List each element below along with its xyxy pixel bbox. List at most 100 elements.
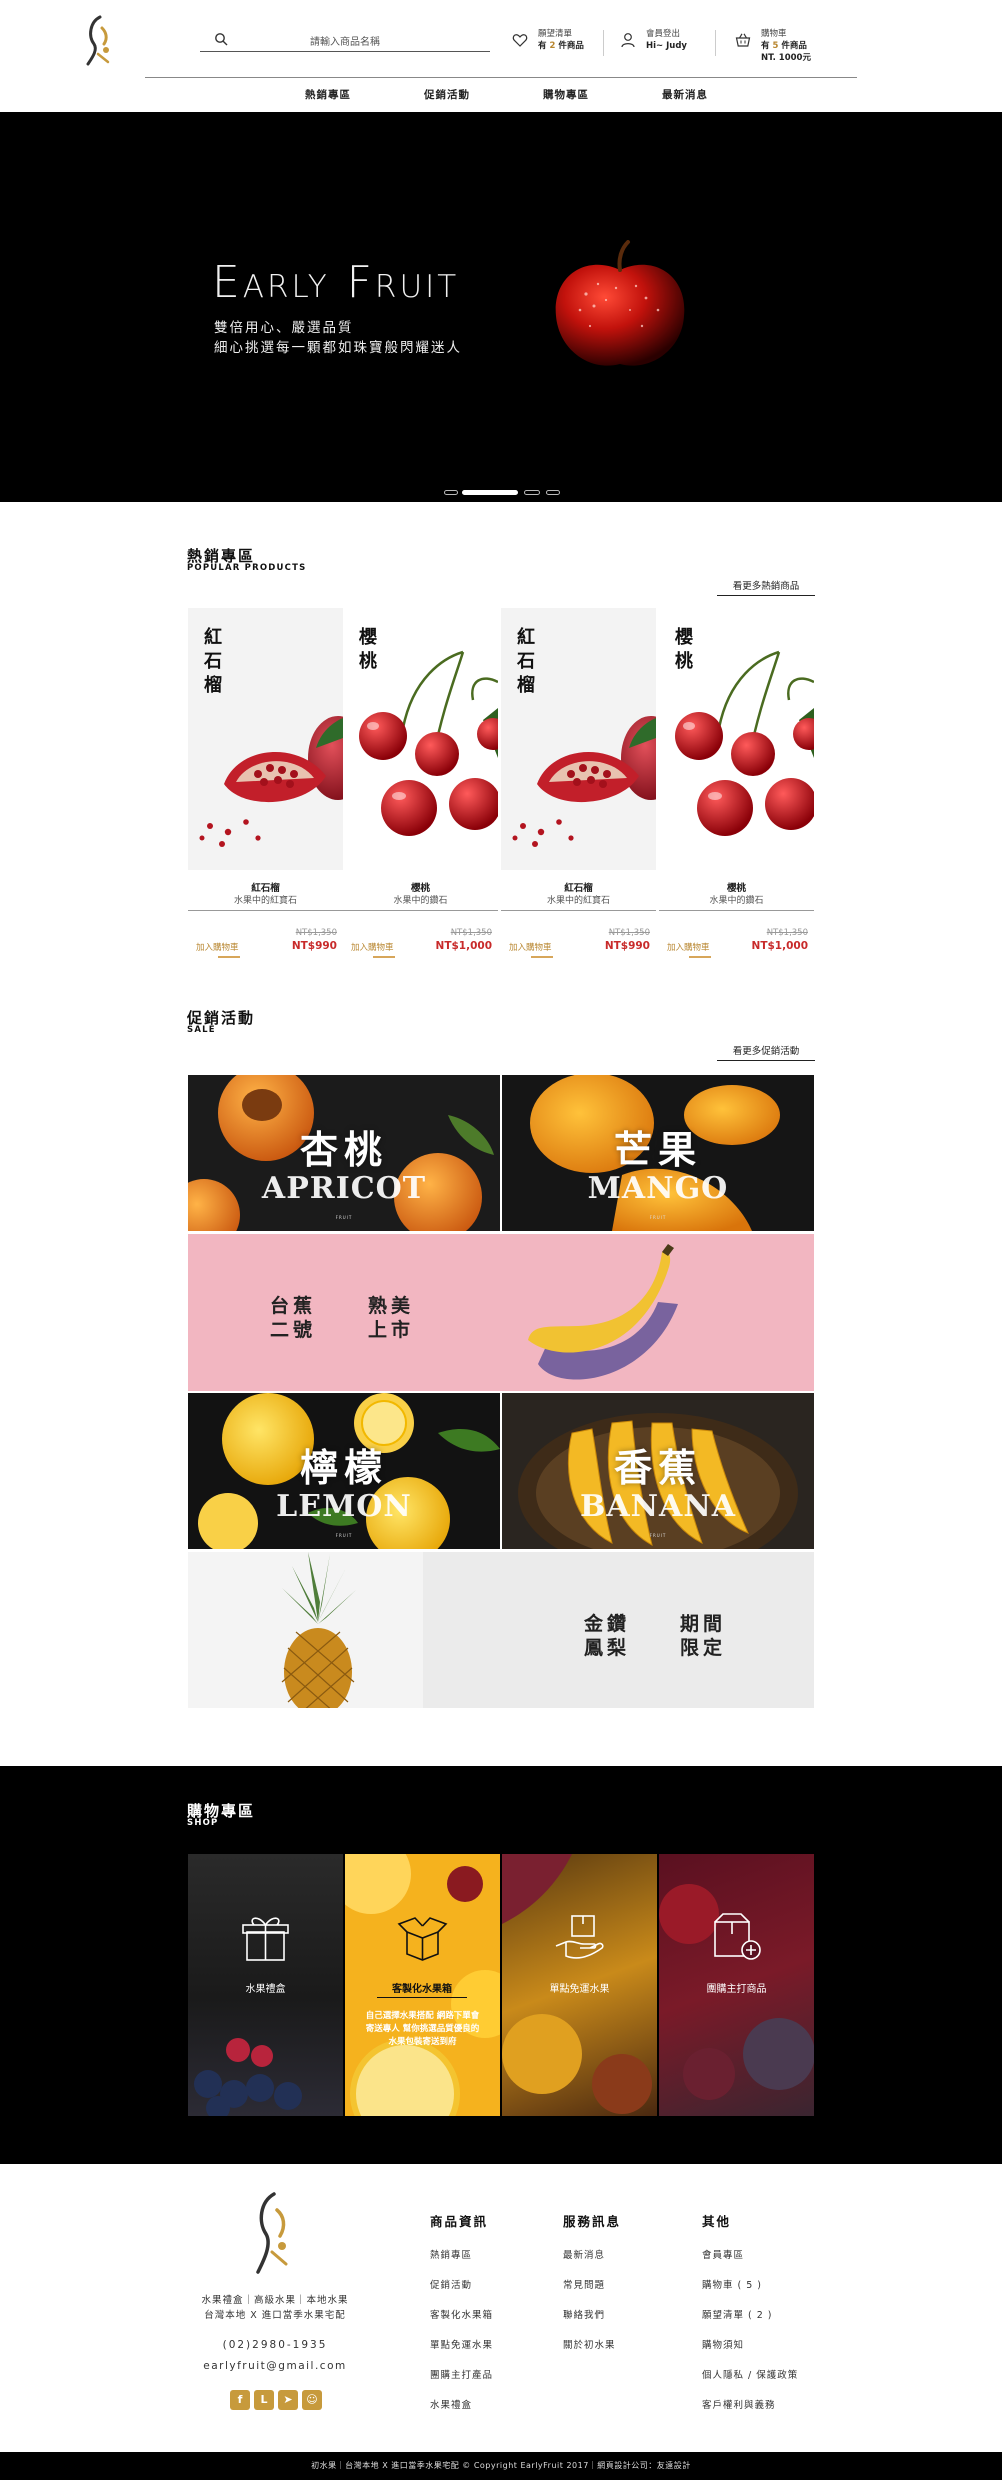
wishlist-prefix: 有: [538, 41, 547, 51]
product-desc: 水果中的鑽石: [393, 896, 448, 906]
telegram-icon[interactable]: ➤: [278, 2390, 298, 2410]
nav-shop[interactable]: 購物專區: [543, 87, 589, 102]
add-to-cart-button[interactable]: 加入購物車: [667, 941, 710, 953]
pineapple-promo-line: 期間: [680, 1613, 727, 1635]
footer-link[interactable]: 關於初水果: [563, 2337, 616, 2351]
banana-promo-line: 台蕉: [270, 1295, 317, 1317]
footer-link[interactable]: 常見問題: [563, 2277, 605, 2291]
pineapple-promo-line: 鳳梨: [584, 1637, 631, 1659]
add-to-cart-button[interactable]: 加入購物車: [509, 941, 552, 953]
wishlist-link[interactable]: 願望清單 有 2 件商品: [512, 28, 584, 62]
shopping-basket-icon: [735, 33, 751, 47]
footer-link[interactable]: 促銷活動: [430, 2277, 472, 2291]
card-divider: [343, 910, 498, 911]
hero-title: Early Fruit: [212, 257, 460, 308]
footer-link[interactable]: 客製化水果箱: [430, 2307, 493, 2321]
lemon-sale-tile[interactable]: 檸檬 LEMON FRUIT: [188, 1393, 500, 1549]
banana-promo-text-2: 熟美 上市: [368, 1294, 414, 1342]
wechat-icon[interactable]: ☺: [302, 2390, 322, 2410]
footer-link[interactable]: 願望清單 ( 2 ): [702, 2307, 773, 2321]
nav-sale[interactable]: 促銷活動: [424, 87, 470, 102]
banana-title-cn: 香蕉: [613, 1445, 702, 1490]
footer-col-title: 其他: [702, 2214, 732, 2229]
banana-sale-tile[interactable]: 香蕉 BANANA FRUIT: [502, 1393, 814, 1549]
member-link[interactable]: 會員登出 Hi~ Judy: [620, 28, 687, 62]
open-box-icon: [397, 1917, 448, 1961]
product-card[interactable]: 櫻桃 櫻桃 水果中的鑽石 加入購物車 NT$1,350 NT$1,000: [343, 608, 498, 958]
carousel-dot[interactable]: [524, 490, 540, 495]
cart-underline: [218, 956, 240, 958]
footer-link[interactable]: 團購主打產品: [430, 2367, 493, 2381]
banana-promo-text-1: 台蕉 二號: [270, 1294, 316, 1342]
banana-image: [528, 1244, 678, 1380]
footer-link[interactable]: 個人隱私 / 保護政策: [702, 2367, 798, 2381]
hero-banner[interactable]: Early Fruit 雙倍用心、嚴選品質 細心挑選每一顆都如珠寶般閃耀迷人: [0, 112, 1002, 502]
more-popular-link[interactable]: 看更多熱銷商品: [717, 578, 815, 596]
footer-link[interactable]: 購物須知: [702, 2337, 744, 2351]
product-name[interactable]: 櫻桃: [659, 880, 814, 894]
sale-subtitle: SALE: [187, 1025, 216, 1035]
product-desc: 水果中的鑽石: [709, 896, 764, 906]
footer-phone[interactable]: (02)2980-1935: [170, 2338, 380, 2353]
add-to-cart-button[interactable]: 加入購物車: [351, 941, 394, 953]
shop-tile-label: 團購主打商品: [706, 1984, 767, 1995]
header-divider-line: [145, 77, 857, 78]
shop-tile-free-shipping[interactable]: 單點免運水果: [502, 1854, 657, 2116]
banana-promo-line: 二號: [270, 1319, 317, 1341]
shop-subtitle: SHOP: [187, 1818, 219, 1828]
product-name[interactable]: 紅石榴: [188, 880, 343, 894]
footer-link[interactable]: 會員專區: [702, 2247, 744, 2261]
shop-tile-custom-box[interactable]: 客製化水果箱 自己選擇水果搭配 網路下單會寄送專人 幫你挑選品質優良的 水果包裝…: [345, 1854, 500, 2116]
mango-tag: FRUIT: [649, 1215, 667, 1220]
product-name[interactable]: 櫻桃: [343, 880, 498, 894]
product-old-price: NT$1,350: [450, 928, 492, 938]
carousel-dot[interactable]: [444, 490, 458, 495]
banana-promo-banner[interactable]: 台蕉 二號 熟美 上市: [188, 1234, 814, 1391]
product-name[interactable]: 紅石榴: [501, 880, 656, 894]
carousel-dot-active[interactable]: [462, 490, 518, 495]
search-input[interactable]: 請輸入商品名稱: [200, 33, 490, 48]
pineapple-promo-banner[interactable]: 金鑽 鳳梨 期間 限定: [188, 1552, 814, 1708]
shop-tile-group-buy[interactable]: 團購主打商品: [659, 1854, 814, 2116]
search-bar[interactable]: 請輸入商品名稱: [200, 30, 490, 52]
footer-link[interactable]: 單點免運水果: [430, 2337, 493, 2351]
nav-popular[interactable]: 熱銷專區: [305, 87, 351, 102]
wishlist-label: 願望清單: [538, 29, 573, 39]
shop-tile-gift[interactable]: 水果禮盒: [188, 1854, 343, 2116]
product-card[interactable]: 紅石榴 紅石榴 水果中的紅寶石 加入購物車 NT$1,350 NT$990: [501, 608, 656, 958]
shop-tile-desc: 自己選擇水果搭配 網路下單會寄送專人 幫你挑選品質優良的 水果包裝寄送到府: [365, 2011, 480, 2047]
shop-tile-label: 客製化水果箱: [377, 1980, 467, 1998]
footer-link[interactable]: 熱銷專區: [430, 2247, 472, 2261]
facebook-icon[interactable]: f: [230, 2390, 250, 2410]
site-logo[interactable]: [80, 14, 120, 68]
shop-section: [0, 1766, 1002, 2164]
product-price: NT$990: [291, 940, 337, 952]
mango-sale-tile[interactable]: 芒果 MANGO FRUIT: [502, 1075, 814, 1231]
apricot-sale-tile[interactable]: 杏桃 APRICOT FRUIT: [188, 1075, 500, 1231]
footer-logo[interactable]: [252, 2190, 296, 2276]
member-logout-label: 會員登出: [646, 29, 681, 39]
hero-subtitle-line1: 雙倍用心、嚴選品質: [214, 320, 354, 336]
footer-email[interactable]: earlyfruit@gmail.com: [170, 2359, 380, 2374]
carousel-dot[interactable]: [546, 490, 560, 495]
footer-link[interactable]: 聯絡我們: [563, 2307, 605, 2321]
footer-link[interactable]: 水果禮盒: [430, 2397, 472, 2411]
product-card[interactable]: 紅石榴 紅石榴 水果中的紅寶石 加入購物車 NT$1,350 NT$990: [188, 608, 343, 958]
footer-link[interactable]: 客戶權利與義務: [702, 2397, 776, 2411]
card-divider: [501, 910, 656, 911]
cart-underline: [531, 956, 553, 958]
footer-link[interactable]: 最新消息: [563, 2247, 605, 2261]
line-icon[interactable]: L: [254, 2390, 274, 2410]
cart-link[interactable]: 購物車 有 5 件商品 NT. 1000元: [735, 28, 811, 63]
add-to-cart-button[interactable]: 加入購物車: [196, 941, 239, 953]
product-card[interactable]: 櫻桃 櫻桃 水果中的鑽石 加入購物車 NT$1,350 NT$1,000: [659, 608, 814, 958]
red-apple-image: [555, 240, 685, 366]
lemon-tag: FRUIT: [335, 1533, 353, 1538]
banana-promo-line: 熟美: [368, 1295, 415, 1317]
footer-link[interactable]: 購物車 ( 5 ): [702, 2277, 762, 2291]
nav-news[interactable]: 最新消息: [662, 87, 708, 102]
wishlist-suffix: 件商品: [558, 41, 584, 51]
more-sale-link[interactable]: 看更多促銷活動: [717, 1043, 815, 1061]
footer-tagline: 水果禮盒｜高級水果｜本地水果: [201, 2295, 349, 2306]
apricot-title-cn: 杏桃: [299, 1127, 388, 1172]
